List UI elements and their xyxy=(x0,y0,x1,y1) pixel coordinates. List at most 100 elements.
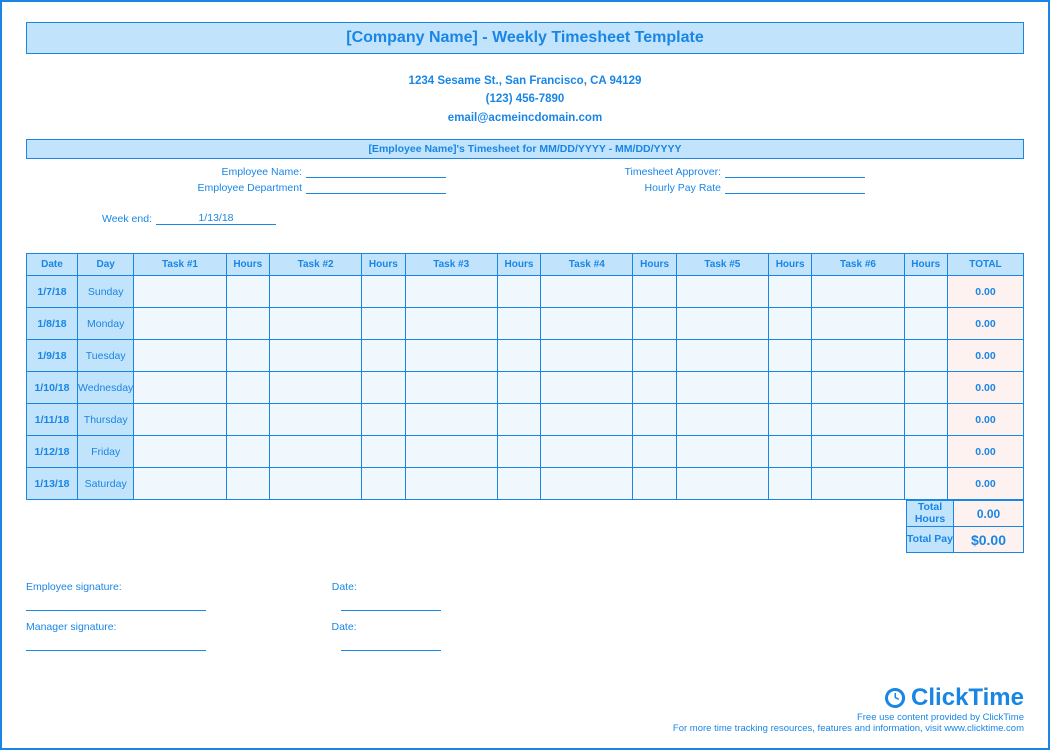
task-cell[interactable] xyxy=(812,404,904,436)
hours-cell[interactable] xyxy=(226,404,269,436)
hours-cell[interactable] xyxy=(633,468,676,500)
task-cell[interactable] xyxy=(676,468,768,500)
task-cell[interactable] xyxy=(676,436,768,468)
task-cell[interactable] xyxy=(134,436,226,468)
hours-cell[interactable] xyxy=(497,276,540,308)
task-cell[interactable] xyxy=(676,340,768,372)
task-cell[interactable] xyxy=(812,468,904,500)
task-cell[interactable] xyxy=(676,404,768,436)
task-cell[interactable] xyxy=(134,404,226,436)
hours-cell[interactable] xyxy=(226,468,269,500)
hours-cell[interactable] xyxy=(904,308,947,340)
rate-input[interactable] xyxy=(725,181,865,194)
task-cell[interactable] xyxy=(269,436,361,468)
table-row: 1/9/18Tuesday0.00 xyxy=(27,340,1024,372)
task-cell[interactable] xyxy=(405,276,497,308)
hours-cell[interactable] xyxy=(362,340,405,372)
hours-cell[interactable] xyxy=(362,404,405,436)
hours-cell[interactable] xyxy=(497,340,540,372)
task-cell[interactable] xyxy=(269,468,361,500)
hours-cell[interactable] xyxy=(226,372,269,404)
hours-cell[interactable] xyxy=(497,372,540,404)
hours-cell[interactable] xyxy=(226,436,269,468)
task-cell[interactable] xyxy=(812,340,904,372)
task-cell[interactable] xyxy=(134,340,226,372)
employee-name-input[interactable] xyxy=(306,165,446,178)
task-cell[interactable] xyxy=(269,404,361,436)
day-cell: Friday xyxy=(77,436,133,468)
task-cell[interactable] xyxy=(134,468,226,500)
footer-line2: For more time tracking resources, featur… xyxy=(673,723,1024,734)
hours-cell[interactable] xyxy=(633,340,676,372)
hours-cell[interactable] xyxy=(768,308,811,340)
emp-date-line[interactable] xyxy=(341,597,441,611)
task-cell[interactable] xyxy=(269,372,361,404)
hours-cell[interactable] xyxy=(768,340,811,372)
total-pay-label: Total Pay xyxy=(907,527,954,553)
task-cell[interactable] xyxy=(405,404,497,436)
task-cell[interactable] xyxy=(541,372,633,404)
hours-cell[interactable] xyxy=(362,308,405,340)
task-cell[interactable] xyxy=(541,404,633,436)
task-cell[interactable] xyxy=(134,276,226,308)
hours-cell[interactable] xyxy=(904,372,947,404)
th-hours3: Hours xyxy=(497,254,540,276)
hours-cell[interactable] xyxy=(768,468,811,500)
task-cell[interactable] xyxy=(676,276,768,308)
hours-cell[interactable] xyxy=(362,468,405,500)
emp-sig-line[interactable] xyxy=(26,597,206,611)
mgr-sig-line[interactable] xyxy=(26,637,206,651)
task-cell[interactable] xyxy=(405,308,497,340)
task-cell[interactable] xyxy=(405,468,497,500)
task-cell[interactable] xyxy=(676,372,768,404)
task-cell[interactable] xyxy=(541,308,633,340)
hours-cell[interactable] xyxy=(904,468,947,500)
task-cell[interactable] xyxy=(269,276,361,308)
hours-cell[interactable] xyxy=(904,436,947,468)
task-cell[interactable] xyxy=(676,308,768,340)
task-cell[interactable] xyxy=(269,308,361,340)
task-cell[interactable] xyxy=(812,276,904,308)
hours-cell[interactable] xyxy=(497,436,540,468)
hours-cell[interactable] xyxy=(362,436,405,468)
task-cell[interactable] xyxy=(541,468,633,500)
hours-cell[interactable] xyxy=(768,276,811,308)
hours-cell[interactable] xyxy=(497,308,540,340)
mgr-date-line[interactable] xyxy=(341,637,441,651)
footer: ClickTime Free use content provided by C… xyxy=(673,684,1024,734)
hours-cell[interactable] xyxy=(904,340,947,372)
hours-cell[interactable] xyxy=(904,404,947,436)
hours-cell[interactable] xyxy=(633,276,676,308)
hours-cell[interactable] xyxy=(362,276,405,308)
approver-input[interactable] xyxy=(725,165,865,178)
task-cell[interactable] xyxy=(405,340,497,372)
hours-cell[interactable] xyxy=(768,436,811,468)
hours-cell[interactable] xyxy=(633,308,676,340)
hours-cell[interactable] xyxy=(497,468,540,500)
hours-cell[interactable] xyxy=(633,436,676,468)
task-cell[interactable] xyxy=(541,436,633,468)
table-row: 1/13/18Saturday0.00 xyxy=(27,468,1024,500)
hours-cell[interactable] xyxy=(497,404,540,436)
hours-cell[interactable] xyxy=(226,340,269,372)
hours-cell[interactable] xyxy=(362,372,405,404)
hours-cell[interactable] xyxy=(633,372,676,404)
hours-cell[interactable] xyxy=(226,308,269,340)
task-cell[interactable] xyxy=(541,340,633,372)
hours-cell[interactable] xyxy=(226,276,269,308)
task-cell[interactable] xyxy=(405,436,497,468)
weekend-input[interactable]: 1/13/18 xyxy=(156,212,276,225)
task-cell[interactable] xyxy=(269,340,361,372)
hours-cell[interactable] xyxy=(904,276,947,308)
hours-cell[interactable] xyxy=(633,404,676,436)
task-cell[interactable] xyxy=(541,276,633,308)
task-cell[interactable] xyxy=(812,308,904,340)
task-cell[interactable] xyxy=(812,436,904,468)
employee-dept-input[interactable] xyxy=(306,181,446,194)
hours-cell[interactable] xyxy=(768,372,811,404)
hours-cell[interactable] xyxy=(768,404,811,436)
task-cell[interactable] xyxy=(812,372,904,404)
task-cell[interactable] xyxy=(134,308,226,340)
task-cell[interactable] xyxy=(405,372,497,404)
task-cell[interactable] xyxy=(134,372,226,404)
